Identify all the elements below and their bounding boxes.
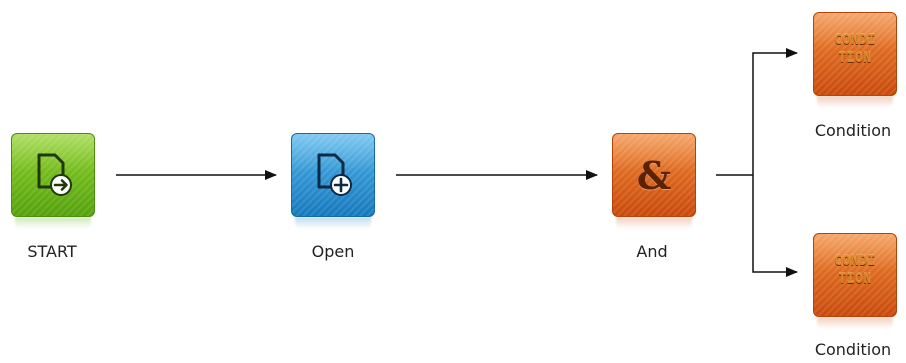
condition-label-bottom: Condition <box>814 340 892 359</box>
condition-reflection-bottom <box>817 317 893 329</box>
start-reflection <box>15 217 91 229</box>
document-add-icon <box>317 153 352 196</box>
and-reflection <box>616 217 692 229</box>
and-label: And <box>636 242 668 261</box>
condition-icon-top: CONDI TION <box>813 32 897 68</box>
document-arrow-icon <box>37 153 72 196</box>
open-label: Open <box>311 242 355 261</box>
start-node[interactable] <box>11 133 95 229</box>
condition-tile-text-1: CONDI <box>834 254 876 269</box>
condition-tile-text-1: CONDI <box>834 33 876 48</box>
condition-node-top[interactable]: CONDI TION <box>813 12 897 108</box>
and-node[interactable]: & <box>612 133 696 229</box>
condition-icon-bottom: CONDI TION <box>813 253 897 289</box>
workflow-edges <box>116 48 798 277</box>
condition-tile-text-2: TION <box>838 51 872 66</box>
condition-node-bottom[interactable]: CONDI TION <box>813 233 897 329</box>
condition-label-top: Condition <box>814 121 892 140</box>
ampersand-icon: & <box>636 152 672 198</box>
condition-reflection-top <box>817 96 893 108</box>
condition-tile-text-2: TION <box>838 272 872 287</box>
edge-and-condition-bottom <box>752 175 798 277</box>
edge-and-condition-top <box>752 48 798 175</box>
start-label: START <box>27 242 77 261</box>
open-node[interactable] <box>291 133 375 229</box>
open-reflection <box>295 217 371 229</box>
workflow-canvas: START Open & And CONDI TION Condition CO… <box>0 0 906 363</box>
